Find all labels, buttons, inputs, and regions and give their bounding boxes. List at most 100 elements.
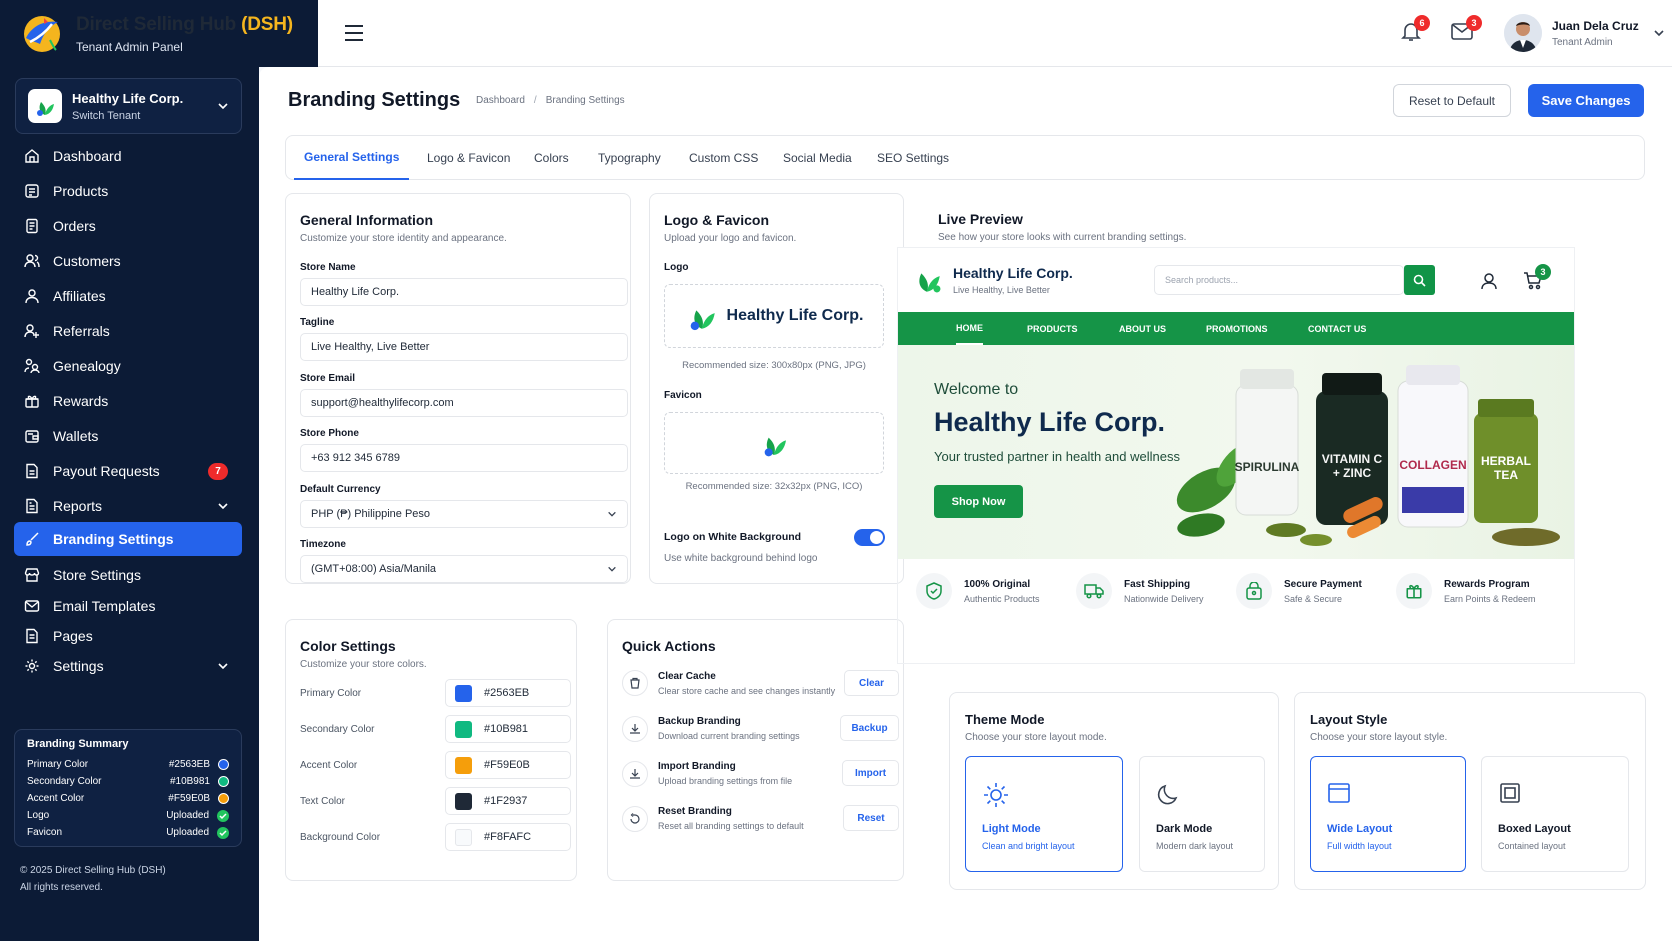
tenant-switcher[interactable]: Healthy Life Corp. Switch Tenant <box>15 78 242 134</box>
tab-custom-css[interactable]: Custom CSS <box>689 136 758 180</box>
logo-upload-area[interactable]: Healthy Life Corp. <box>664 284 884 348</box>
default-currency-select[interactable]: PHP (₱) Philippine Peso <box>300 500 628 528</box>
accent-color-picker[interactable]: #F59E0B <box>445 751 571 779</box>
download-icon <box>622 716 648 742</box>
text-color-picker[interactable]: #1F2937 <box>445 787 571 815</box>
preview-nav-products[interactable]: PRODUCTS <box>1027 312 1078 345</box>
breadcrumb: Dashboard / Branding Settings <box>476 95 625 106</box>
avatar <box>1504 14 1542 52</box>
favicon-upload-area[interactable] <box>664 412 884 474</box>
sidebar-item-customers[interactable]: Customers <box>14 244 242 278</box>
secondary-color-picker[interactable]: #10B981 <box>445 715 571 743</box>
sidebar-item-settings[interactable]: Settings <box>14 649 242 683</box>
user-icon[interactable] <box>1480 272 1498 290</box>
reset-branding-button[interactable]: Reset <box>843 805 899 831</box>
color-swatch <box>455 828 472 846</box>
save-changes-button[interactable]: Save Changes <box>1528 84 1644 117</box>
chevron-down-icon <box>608 566 616 572</box>
backup-branding-button[interactable]: Backup <box>840 715 899 741</box>
preview-nav-contact[interactable]: CONTACT US <box>1308 312 1366 345</box>
sidebar-item-reports[interactable]: Reports <box>14 489 242 523</box>
white-bg-toggle[interactable] <box>854 529 885 546</box>
tab-typography[interactable]: Typography <box>598 136 661 180</box>
color-settings-card: Color Settings Customize your store colo… <box>285 619 577 881</box>
logo-favicon-card: Logo & Favicon Upload your logo and favi… <box>649 193 904 584</box>
preview-cart-button[interactable]: 3 <box>1523 264 1551 290</box>
leaf-favicon-icon <box>764 437 786 457</box>
preview-search-button[interactable] <box>1404 265 1435 295</box>
tab-colors[interactable]: Colors <box>534 136 569 180</box>
sidebar-item-label: Orders <box>53 218 96 234</box>
sidebar-item-branding-settings[interactable]: Branding Settings <box>14 522 242 556</box>
breadcrumb-dashboard[interactable]: Dashboard <box>476 95 525 106</box>
summary-title: Branding Summary <box>27 738 129 750</box>
user-menu[interactable]: Juan Dela Cruz Tenant Admin <box>1504 14 1665 52</box>
store-email-input[interactable]: support@healthylifecorp.com <box>300 389 628 417</box>
sidebar-item-email-templates[interactable]: Email Templates <box>14 589 242 623</box>
notifications-button[interactable]: 6 <box>1400 15 1430 42</box>
sidebar-item-label: Customers <box>53 253 121 269</box>
preview-search-input[interactable]: Search products... <box>1154 265 1404 295</box>
theme-mode-card: Theme Mode Choose your store layout mode… <box>949 692 1279 890</box>
sidebar-item-products[interactable]: Products <box>14 174 242 208</box>
store-phone-input[interactable]: +63 912 345 6789 <box>300 444 628 472</box>
preview-nav-home[interactable]: HOME <box>956 312 983 345</box>
summary-label: Primary Color <box>27 759 89 770</box>
boxed-layout-icon <box>1500 783 1520 803</box>
clear-cache-button[interactable]: Clear <box>844 670 899 696</box>
shop-now-button[interactable]: Shop Now <box>934 485 1023 518</box>
primary-color-picker[interactable]: #2563EB <box>445 679 571 707</box>
secondary-color-label: Secondary Color <box>300 724 375 735</box>
product-label-2a: VITAMIN C <box>1322 452 1383 466</box>
sidebar-item-store-settings[interactable]: Store Settings <box>14 558 242 592</box>
lock-bag-icon <box>1236 573 1272 609</box>
wide-layout-option[interactable]: Wide Layout Full width layout <box>1310 756 1466 872</box>
sidebar-item-payout-requests[interactable]: Payout Requests 7 <box>14 454 242 488</box>
sidebar-item-orders[interactable]: Orders <box>14 209 242 243</box>
backup-branding-desc: Download current branding settings <box>658 731 800 741</box>
white-bg-label: Logo on White Background <box>664 531 802 543</box>
feature-sub: Earn Points & Redeem <box>1444 593 1536 604</box>
tab-general-settings[interactable]: General Settings <box>294 136 410 180</box>
tab-social-media[interactable]: Social Media <box>783 136 852 180</box>
app-title-accent: (DSH) <box>241 13 293 35</box>
sidebar-item-dashboard[interactable]: Dashboard <box>14 139 242 173</box>
option-title: Dark Mode <box>1156 823 1213 835</box>
import-branding-desc: Upload branding settings from file <box>658 776 793 786</box>
preview-nav-promotions[interactable]: PROMOTIONS <box>1206 312 1268 345</box>
sidebar-item-rewards[interactable]: Rewards <box>14 384 242 418</box>
background-color-picker[interactable]: #F8FAFC <box>445 823 571 851</box>
summary-value: Uploaded <box>166 827 209 838</box>
reset-to-default-button[interactable]: Reset to Default <box>1393 84 1511 117</box>
preview-store-name: Healthy Life Corp. <box>953 265 1073 281</box>
sidebar-item-affiliates[interactable]: Affiliates <box>14 279 242 313</box>
leaf-logo-icon <box>690 310 715 331</box>
rights-text: All rights reserved. <box>20 882 103 893</box>
preview-nav-about[interactable]: ABOUT US <box>1119 312 1166 345</box>
leaf-logo-icon <box>28 89 62 123</box>
copyright: © 2025 Direct Selling Hub (DSH) All righ… <box>20 862 166 896</box>
store-name-input[interactable]: Healthy Life Corp. <box>300 278 628 306</box>
shield-check-icon <box>916 573 952 609</box>
sidebar-item-genealogy[interactable]: Genealogy <box>14 349 242 383</box>
summary-row: Logo Uploaded <box>27 807 229 824</box>
wallet-icon <box>25 430 39 443</box>
import-branding-button[interactable]: Import <box>842 760 899 786</box>
dark-mode-option[interactable]: Dark Mode Modern dark layout <box>1139 756 1265 872</box>
tab-logo-favicon[interactable]: Logo & Favicon <box>427 136 510 180</box>
pages-icon <box>26 628 38 644</box>
light-mode-option[interactable]: Light Mode Clean and bright layout <box>965 756 1123 872</box>
tagline-input[interactable]: Live Healthy, Live Better <box>300 333 628 361</box>
boxed-layout-option[interactable]: Boxed Layout Contained layout <box>1481 756 1629 872</box>
primary-color-label: Primary Color <box>300 688 362 699</box>
menu-icon[interactable] <box>344 24 364 42</box>
tab-seo-settings[interactable]: SEO Settings <box>877 136 949 180</box>
messages-button[interactable]: 3 <box>1450 15 1482 42</box>
sidebar-item-label: Branding Settings <box>53 531 174 547</box>
reset-branding-title: Reset Branding <box>658 806 732 817</box>
timezone-select[interactable]: (GMT+08:00) Asia/Manila <box>300 555 628 583</box>
sidebar-item-pages[interactable]: Pages <box>14 619 242 653</box>
sidebar-item-referrals[interactable]: Referrals <box>14 314 242 348</box>
summary-label: Favicon <box>27 827 63 838</box>
sidebar-item-wallets[interactable]: Wallets <box>14 419 242 453</box>
